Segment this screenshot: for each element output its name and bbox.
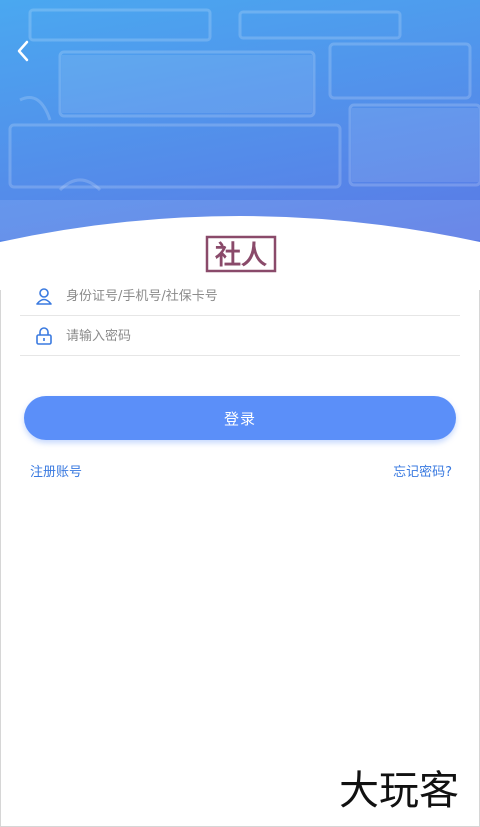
register-link[interactable]: 注册账号 [30,461,82,480]
account-input[interactable] [66,282,446,310]
logo-text: 社人 [215,240,267,271]
watermark-logo: 大玩客 [339,768,459,814]
lock-icon [36,327,52,345]
watermark-text: 大玩客 [339,768,459,814]
password-input[interactable] [66,322,446,350]
shebao-logo: 社人 [193,227,289,279]
password-field [20,316,460,356]
forgot-password-link[interactable]: 忘记密码? [393,461,452,480]
back-icon[interactable] [8,36,38,66]
user-icon [36,288,52,305]
shebao-logo-icon: 社人 [205,235,277,273]
account-field [20,276,460,316]
login-button[interactable]: 登录 [24,396,456,440]
